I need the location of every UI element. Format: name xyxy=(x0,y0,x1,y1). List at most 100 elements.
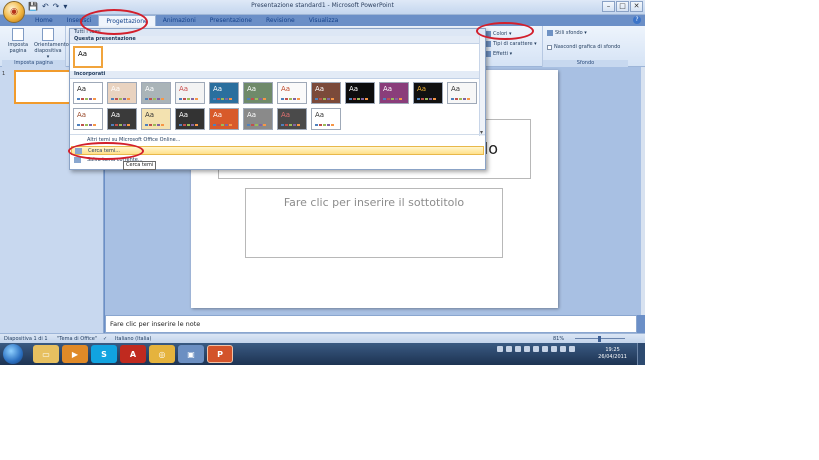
theme-name: "Tema di Office" xyxy=(57,336,98,342)
clock[interactable]: 19:25 26/04/2011 xyxy=(598,347,627,361)
section-current: Questa presentazione xyxy=(70,36,479,44)
theme-thumbnail[interactable]: Aa xyxy=(311,82,341,104)
theme-thumbnail[interactable]: Aa xyxy=(345,82,375,104)
theme-color-swatches xyxy=(77,124,96,126)
media-player-icon[interactable]: ▶ xyxy=(62,345,88,363)
network-icon[interactable] xyxy=(569,346,575,352)
theme-color-swatches xyxy=(247,124,266,126)
tray-icon[interactable] xyxy=(497,346,503,352)
theme-thumbnail[interactable]: Aa xyxy=(141,82,171,104)
system-tray xyxy=(497,346,575,352)
tray-icon[interactable] xyxy=(524,346,530,352)
annotation-ellipse-browse xyxy=(68,142,144,160)
status-bar: Diapositiva 1 di 1 "Tema di Office" ✓ It… xyxy=(0,333,645,343)
vertical-scrollbar[interactable] xyxy=(641,67,645,315)
subtitle-placeholder[interactable]: Fare clic per inserire il sottotitolo xyxy=(245,188,503,258)
chrome-icon[interactable]: ◎ xyxy=(149,345,175,363)
theme-color-swatches xyxy=(179,124,198,126)
tray-icon[interactable] xyxy=(515,346,521,352)
theme-current[interactable]: Aa xyxy=(73,46,103,68)
theme-color-swatches xyxy=(111,124,130,126)
theme-color-swatches xyxy=(111,98,130,100)
orientation-icon xyxy=(42,28,54,41)
theme-color-swatches xyxy=(145,98,164,100)
skype-icon[interactable]: S xyxy=(91,345,117,363)
checkbox-icon xyxy=(547,44,552,50)
tray-icon[interactable] xyxy=(551,346,557,352)
theme-thumbnail[interactable]: Aa xyxy=(73,108,103,130)
close-button[interactable]: ✕ xyxy=(630,1,643,12)
theme-thumbnail[interactable]: Aa xyxy=(379,82,409,104)
help-icon[interactable]: ? xyxy=(633,16,641,24)
office-logo-icon: ◉ xyxy=(10,7,18,17)
theme-color-swatches xyxy=(213,98,232,100)
slide-info: Diapositiva 1 di 1 xyxy=(4,336,48,342)
spellcheck-icon[interactable]: ✓ xyxy=(103,336,107,342)
minimize-button[interactable]: – xyxy=(602,1,615,12)
theme-thumbnail[interactable]: Aa xyxy=(107,108,137,130)
theme-color-swatches xyxy=(281,98,300,100)
theme-thumbnail[interactable]: Aa xyxy=(413,82,443,104)
background-group: Stili sfondo ▾ Nascondi grafica di sfond… xyxy=(542,26,628,67)
language[interactable]: Italiano (Italia) xyxy=(115,336,151,342)
theme-color-swatches xyxy=(145,124,164,126)
taskbar: ▭ ▶ S A ◎ ▣ P 19:25 26/04/2011 xyxy=(0,343,645,365)
notes-pane[interactable]: Fare clic per inserire le note xyxy=(105,315,637,333)
theme-color-swatches xyxy=(77,98,96,100)
fonts-button[interactable]: Tipi di carattere ▾ xyxy=(485,39,537,49)
window-app-icon[interactable]: ▣ xyxy=(178,345,204,363)
tray-icon[interactable] xyxy=(542,346,548,352)
zoom-slider-handle[interactable] xyxy=(598,336,601,342)
volume-icon[interactable] xyxy=(560,346,566,352)
page-setup-button[interactable]: Imposta pagina xyxy=(4,28,32,54)
more-themes-online[interactable]: Altri temi su Microsoft Office Online... xyxy=(71,136,484,145)
maximize-button[interactable]: □ xyxy=(616,1,629,12)
window-title: Presentazione standard1 - Microsoft Powe… xyxy=(251,2,394,9)
theme-thumbnail[interactable]: Aa xyxy=(209,82,239,104)
zoom-level[interactable]: 81% xyxy=(553,336,564,342)
tab-view[interactable]: Visualizza xyxy=(302,15,346,26)
theme-thumbnail[interactable]: Aa xyxy=(311,108,341,130)
theme-color-swatches xyxy=(247,98,266,100)
gallery-scrollbar[interactable] xyxy=(479,36,485,136)
theme-color-swatches xyxy=(281,124,300,126)
powerpoint-icon[interactable]: P xyxy=(207,345,233,363)
start-button[interactable] xyxy=(3,344,23,364)
theme-color-swatches xyxy=(213,124,232,126)
tab-home[interactable]: Home xyxy=(28,15,60,26)
tab-animations[interactable]: Animazioni xyxy=(156,15,203,26)
theme-thumbnail[interactable]: Aa xyxy=(243,82,273,104)
annotation-ellipse-design-tab xyxy=(80,9,148,35)
tray-icon[interactable] xyxy=(533,346,539,352)
theme-thumbnail[interactable]: Aa xyxy=(277,108,307,130)
clock-date: 26/04/2011 xyxy=(598,354,627,360)
page-setup-icon xyxy=(12,28,24,41)
save-theme-icon xyxy=(74,157,81,163)
explorer-icon[interactable]: ▭ xyxy=(33,345,59,363)
theme-thumbnail[interactable]: Aa xyxy=(277,82,307,104)
tab-review[interactable]: Revisione xyxy=(259,15,302,26)
theme-thumbnail[interactable]: Aa xyxy=(73,82,103,104)
theme-thumbnail[interactable]: Aa xyxy=(209,108,239,130)
page-setup-group-label: Imposta pagina xyxy=(2,60,65,67)
show-desktop-button[interactable] xyxy=(637,343,645,365)
theme-thumbnail[interactable]: Aa xyxy=(243,108,273,130)
theme-thumbnail[interactable]: Aa xyxy=(175,108,205,130)
theme-thumbnail[interactable]: Aa xyxy=(107,82,137,104)
orientation-button[interactable]: Orientamento diapositiva ▾ xyxy=(34,28,69,60)
acrobat-icon[interactable]: A xyxy=(120,345,146,363)
gallery-separator xyxy=(70,134,485,135)
hide-background-checkbox[interactable]: Nascondi grafica di sfondo xyxy=(547,44,620,50)
tray-icon[interactable] xyxy=(506,346,512,352)
theme-thumbnail[interactable]: Aa xyxy=(141,108,171,130)
theme-color-swatches xyxy=(349,98,368,100)
effects-button[interactable]: Effetti ▾ xyxy=(485,49,537,59)
office-button[interactable]: ◉ xyxy=(3,1,25,23)
background-styles-button[interactable]: Stili sfondo ▾ xyxy=(547,30,587,36)
annotation-ellipse-colors xyxy=(476,22,534,40)
theme-thumbnail[interactable]: Aa xyxy=(175,82,205,104)
screen: 💾 ↶ ↷ ▾ Presentazione standard1 - Micros… xyxy=(0,0,645,365)
tab-slideshow[interactable]: Presentazione xyxy=(203,15,259,26)
theme-thumbnail[interactable]: Aa xyxy=(447,82,477,104)
theme-color-swatches xyxy=(417,98,436,100)
